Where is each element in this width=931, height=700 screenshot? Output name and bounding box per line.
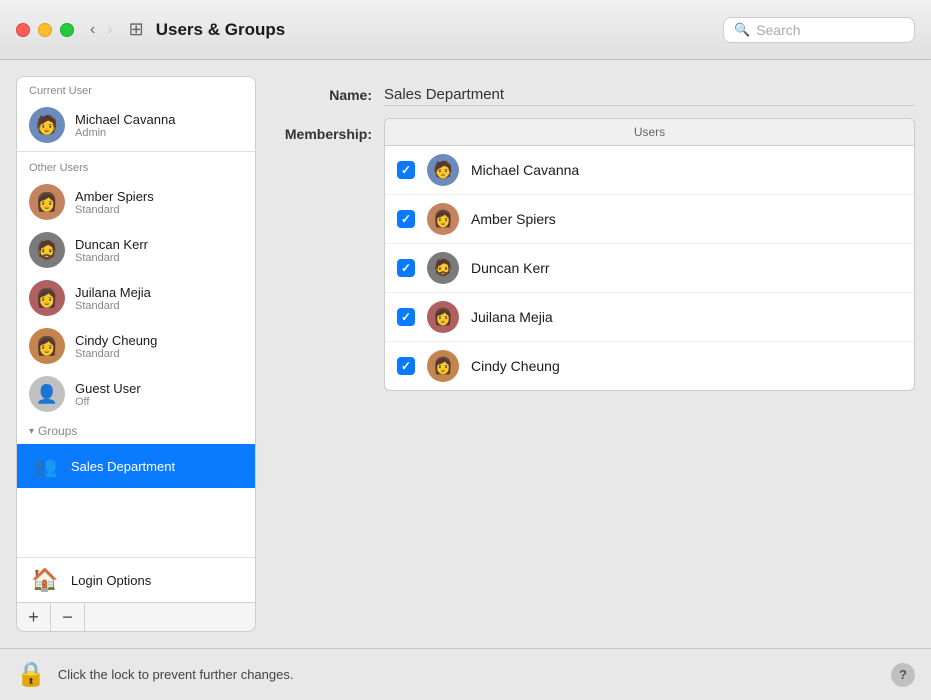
member-avatar-duncan: 🧔 bbox=[427, 252, 459, 284]
user-info-amber: Amber Spiers Standard bbox=[75, 189, 154, 216]
minimize-button[interactable] bbox=[38, 23, 52, 37]
search-icon: 🔍 bbox=[734, 22, 750, 38]
login-options-label: Login Options bbox=[71, 573, 151, 588]
user-role-michael: Admin bbox=[75, 127, 175, 139]
traffic-lights bbox=[16, 23, 74, 37]
sidebar-item-login-options[interactable]: 🏠 Login Options bbox=[17, 558, 255, 602]
user-name-amber: Amber Spiers bbox=[75, 189, 154, 204]
member-name-cindy: Cindy Cheung bbox=[471, 358, 560, 374]
user-name-duncan: Duncan Kerr bbox=[75, 237, 148, 252]
user-info-cindy: Cindy Cheung Standard bbox=[75, 333, 157, 360]
groups-label[interactable]: ▾ Groups bbox=[17, 418, 255, 444]
user-info-juilana: Juilana Mejia Standard bbox=[75, 285, 151, 312]
user-role-cindy: Standard bbox=[75, 348, 157, 360]
lock-text: Click the lock to prevent further change… bbox=[58, 667, 879, 682]
lock-icon[interactable]: 🔒 bbox=[16, 660, 46, 689]
chevron-down-icon: ▾ bbox=[29, 426, 34, 437]
member-row-michael: 🧑 Michael Cavanna bbox=[385, 146, 914, 195]
member-avatar-juilana: 👩 bbox=[427, 301, 459, 333]
sidebar: Current User 🧑 Michael Cavanna Admin Oth… bbox=[16, 76, 256, 632]
avatar-cindy: 👩 bbox=[29, 328, 65, 364]
group-icon: 👥 bbox=[29, 450, 61, 482]
avatar-juilana: 👩 bbox=[29, 280, 65, 316]
close-button[interactable] bbox=[16, 23, 30, 37]
member-avatar-michael: 🧑 bbox=[427, 154, 459, 186]
sidebar-item-juilana[interactable]: 👩 Juilana Mejia Standard bbox=[17, 274, 255, 322]
search-input[interactable] bbox=[756, 22, 904, 38]
back-button[interactable]: ‹ bbox=[86, 19, 99, 41]
user-name-michael: Michael Cavanna bbox=[75, 112, 175, 127]
add-button[interactable]: + bbox=[17, 603, 51, 631]
user-role-duncan: Standard bbox=[75, 252, 148, 264]
current-user-label: Current User bbox=[17, 77, 255, 101]
user-info-michael: Michael Cavanna Admin bbox=[75, 112, 175, 139]
checkbox-amber[interactable] bbox=[397, 210, 415, 228]
help-button[interactable]: ? bbox=[891, 663, 915, 687]
maximize-button[interactable] bbox=[60, 23, 74, 37]
name-label: Name: bbox=[272, 87, 372, 103]
sidebar-item-guest[interactable]: 👤 Guest User Off bbox=[17, 370, 255, 418]
nav-arrows: ‹ › bbox=[86, 19, 117, 41]
users-column-header: Users bbox=[385, 119, 914, 146]
groups-section-text: Groups bbox=[38, 424, 77, 438]
sidebar-item-sales-department[interactable]: 👥 Sales Department bbox=[17, 444, 255, 488]
forward-button[interactable]: › bbox=[103, 19, 116, 41]
login-options-icon: 🏠 bbox=[29, 564, 61, 596]
avatar-michael: 🧑 bbox=[29, 107, 65, 143]
divider-1 bbox=[17, 151, 255, 152]
member-row-amber: 👩 Amber Spiers bbox=[385, 195, 914, 244]
user-name-cindy: Cindy Cheung bbox=[75, 333, 157, 348]
member-row-juilana: 👩 Juilana Mejia bbox=[385, 293, 914, 342]
name-field-row: Name: bbox=[272, 84, 915, 106]
sidebar-item-duncan[interactable]: 🧔 Duncan Kerr Standard bbox=[17, 226, 255, 274]
window-title: Users & Groups bbox=[156, 20, 723, 40]
checkbox-juilana[interactable] bbox=[397, 308, 415, 326]
user-name-juilana: Juilana Mejia bbox=[75, 285, 151, 300]
main-content: Current User 🧑 Michael Cavanna Admin Oth… bbox=[0, 60, 931, 648]
member-row-cindy: 👩 Cindy Cheung bbox=[385, 342, 914, 390]
add-remove-bar: + − bbox=[17, 602, 255, 631]
checkbox-michael[interactable] bbox=[397, 161, 415, 179]
user-info-duncan: Duncan Kerr Standard bbox=[75, 237, 148, 264]
name-input[interactable] bbox=[384, 84, 915, 106]
avatar-guest: 👤 bbox=[29, 376, 65, 412]
sidebar-bottom: 🏠 Login Options bbox=[17, 557, 255, 602]
sidebar-item-amber[interactable]: 👩 Amber Spiers Standard bbox=[17, 178, 255, 226]
members-table: Users 🧑 Michael Cavanna 👩 Amber Spiers � bbox=[384, 118, 915, 391]
avatar-duncan: 🧔 bbox=[29, 232, 65, 268]
user-info-guest: Guest User Off bbox=[75, 381, 141, 408]
user-role-juilana: Standard bbox=[75, 300, 151, 312]
checkbox-cindy[interactable] bbox=[397, 357, 415, 375]
member-name-duncan: Duncan Kerr bbox=[471, 260, 550, 276]
member-name-juilana: Juilana Mejia bbox=[471, 309, 553, 325]
membership-section: Membership: Users 🧑 Michael Cavanna 👩 Am… bbox=[272, 118, 915, 391]
user-name-guest: Guest User bbox=[75, 381, 141, 396]
bottom-bar: 🔒 Click the lock to prevent further chan… bbox=[0, 648, 931, 700]
member-row-duncan: 🧔 Duncan Kerr bbox=[385, 244, 914, 293]
member-name-michael: Michael Cavanna bbox=[471, 162, 579, 178]
membership-label: Membership: bbox=[272, 118, 372, 142]
other-users-label: Other Users bbox=[17, 154, 255, 178]
avatar-amber: 👩 bbox=[29, 184, 65, 220]
user-role-guest: Off bbox=[75, 396, 141, 408]
member-avatar-amber: 👩 bbox=[427, 203, 459, 235]
member-name-amber: Amber Spiers bbox=[471, 211, 556, 227]
remove-button[interactable]: − bbox=[51, 603, 85, 631]
sidebar-item-cindy[interactable]: 👩 Cindy Cheung Standard bbox=[17, 322, 255, 370]
user-role-amber: Standard bbox=[75, 204, 154, 216]
checkbox-duncan[interactable] bbox=[397, 259, 415, 277]
sidebar-item-current-user[interactable]: 🧑 Michael Cavanna Admin bbox=[17, 101, 255, 149]
right-panel: Name: Membership: Users 🧑 Michael Cavann… bbox=[272, 76, 915, 632]
member-avatar-cindy: 👩 bbox=[427, 350, 459, 382]
search-bar: 🔍 bbox=[723, 17, 915, 43]
titlebar: ‹ › ⊞ Users & Groups 🔍 bbox=[0, 0, 931, 60]
group-name-sales: Sales Department bbox=[71, 459, 175, 474]
grid-icon[interactable]: ⊞ bbox=[129, 19, 144, 40]
